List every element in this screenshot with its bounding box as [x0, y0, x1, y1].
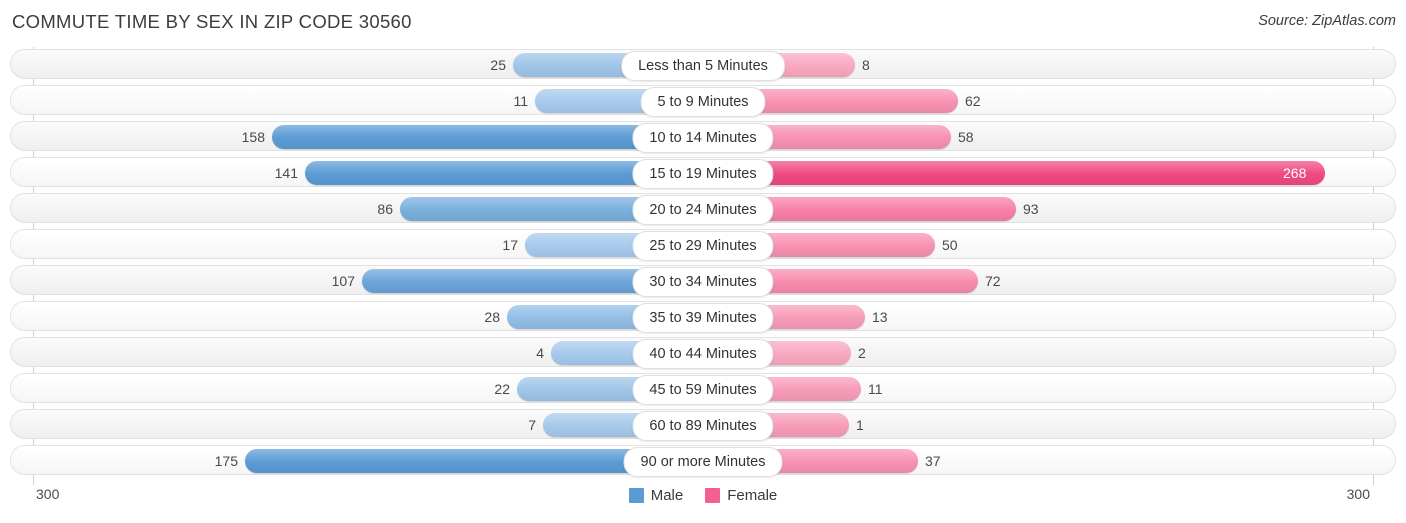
- category-label[interactable]: 90 or more Minutes: [623, 447, 783, 477]
- value-label-male: 86: [377, 201, 393, 217]
- value-label-male: 158: [241, 129, 265, 145]
- chart-legend: Male Female: [0, 487, 1406, 504]
- chart-header: COMMUTE TIME BY SEX IN ZIP CODE 30560 So…: [0, 0, 1406, 46]
- category-label[interactable]: 30 to 34 Minutes: [632, 267, 774, 297]
- category-label[interactable]: Less than 5 Minutes: [621, 51, 785, 81]
- table-row[interactable]: 158 58 10 to 14 Minutes: [10, 121, 1396, 153]
- value-label-female: 37: [925, 453, 941, 469]
- value-label-male: 4: [536, 345, 544, 361]
- legend-item-male[interactable]: Male: [628, 487, 684, 504]
- value-label-female: 72: [985, 273, 1001, 289]
- value-label-female: 1: [856, 417, 864, 433]
- value-label-male: 7: [528, 417, 536, 433]
- value-label-female: 268: [1283, 165, 1307, 181]
- category-label[interactable]: 25 to 29 Minutes: [632, 231, 774, 261]
- table-row[interactable]: 141 268 15 to 19 Minutes: [10, 157, 1396, 189]
- table-row[interactable]: 7 1 60 to 89 Minutes: [10, 409, 1396, 441]
- value-label-female: 8: [862, 57, 870, 73]
- source-attribution: Source: ZipAtlas.com: [1258, 13, 1396, 29]
- value-label-female: 50: [942, 237, 958, 253]
- table-row[interactable]: 25 8 Less than 5 Minutes: [10, 49, 1396, 81]
- table-row[interactable]: 86 93 20 to 24 Minutes: [10, 193, 1396, 225]
- value-label-female: 62: [965, 93, 981, 109]
- value-label-male: 22: [494, 381, 510, 397]
- value-label-male: 25: [490, 57, 506, 73]
- table-row[interactable]: 4 2 40 to 44 Minutes: [10, 337, 1396, 369]
- table-row[interactable]: 22 11 45 to 59 Minutes: [10, 373, 1396, 405]
- value-label-female: 58: [958, 129, 974, 145]
- legend-item-female[interactable]: Female: [705, 487, 777, 504]
- page-title: COMMUTE TIME BY SEX IN ZIP CODE 30560: [12, 11, 412, 32]
- value-label-female: 13: [872, 309, 888, 325]
- table-row[interactable]: 175 37 90 or more Minutes: [10, 445, 1396, 477]
- table-row[interactable]: 107 72 30 to 34 Minutes: [10, 265, 1396, 297]
- category-label[interactable]: 20 to 24 Minutes: [632, 195, 774, 225]
- value-label-male: 141: [274, 165, 298, 181]
- legend-swatch-male-icon: [628, 488, 644, 503]
- chart-footer: 300 300 Male Female: [0, 482, 1406, 523]
- category-label[interactable]: 10 to 14 Minutes: [632, 123, 774, 153]
- category-label[interactable]: 40 to 44 Minutes: [632, 339, 774, 369]
- value-label-female: 93: [1023, 201, 1039, 217]
- value-label-male: 17: [502, 237, 518, 253]
- legend-label-male: Male: [650, 487, 684, 504]
- legend-label-female: Female: [727, 487, 778, 504]
- table-row[interactable]: 28 13 35 to 39 Minutes: [10, 301, 1396, 333]
- table-row[interactable]: 11 62 5 to 9 Minutes: [10, 85, 1396, 117]
- category-label[interactable]: 15 to 19 Minutes: [632, 159, 774, 189]
- chart-plot-area: 25 8 Less than 5 Minutes 11 62 5 to 9 Minutes…: [0, 47, 1406, 485]
- value-label-male: 107: [331, 273, 355, 289]
- category-label[interactable]: 45 to 59 Minutes: [632, 375, 774, 405]
- value-label-male: 11: [513, 93, 528, 109]
- table-row[interactable]: 17 50 25 to 29 Minutes: [10, 229, 1396, 261]
- value-label-female: 2: [858, 345, 866, 361]
- category-label[interactable]: 60 to 89 Minutes: [632, 411, 774, 441]
- category-label[interactable]: 35 to 39 Minutes: [632, 303, 774, 333]
- value-label-male: 175: [214, 453, 238, 469]
- legend-swatch-female-icon: [705, 488, 721, 503]
- value-label-female: 11: [868, 381, 883, 397]
- value-label-male: 28: [484, 309, 500, 325]
- bar-female[interactable]: [703, 161, 1325, 185]
- category-label[interactable]: 5 to 9 Minutes: [640, 87, 766, 117]
